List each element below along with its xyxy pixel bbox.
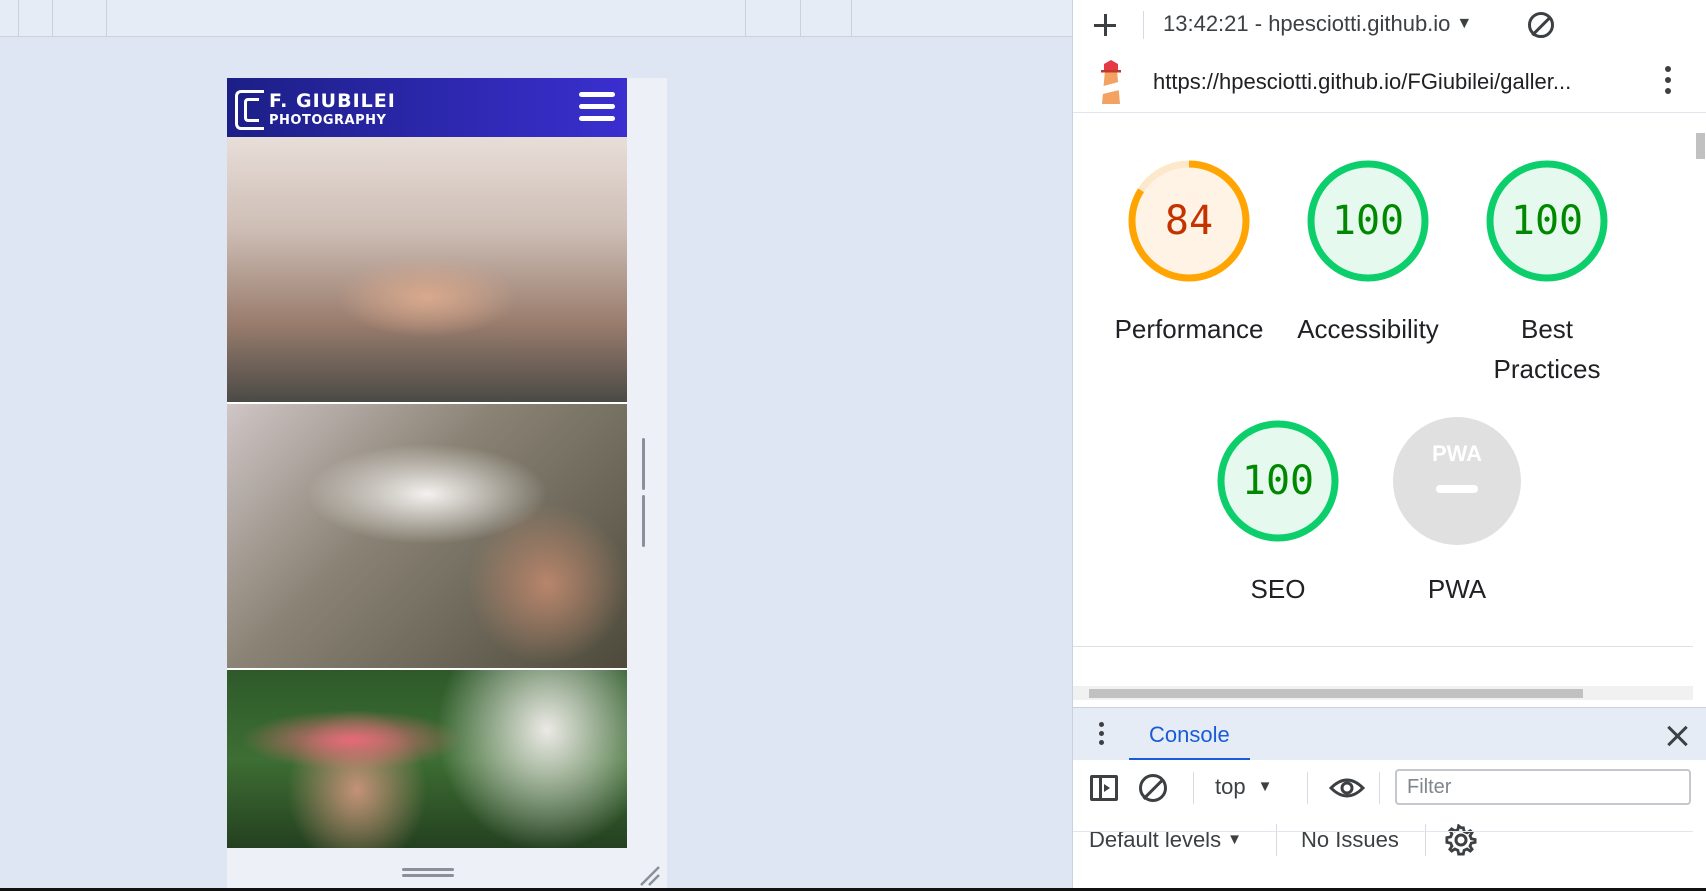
label-performance: Performance [1114,314,1264,344]
toolbar-separator [1143,11,1144,39]
camera-logo-inner-icon [244,98,259,122]
pwa-badge-icon: PWA [1393,417,1521,545]
console-scrollbar[interactable] [1693,832,1706,891]
toolbar-separator [745,0,746,36]
label-seo: SEO [1250,574,1306,604]
score-performance: 84 [1164,198,1214,244]
dropdown-caret-icon: ▼ [1227,831,1242,848]
dropdown-caret-icon: ▼ [1456,15,1473,32]
dropdown-caret-icon: ▼ [1257,778,1273,795]
toolbar-separator [1425,824,1426,856]
report-select-label: 13:42:21 - hpesciotti.github.io [1163,11,1451,36]
report-select[interactable]: 13:42:21 - hpesciotti.github.io ▼ [1163,11,1472,39]
device-viewport-area: F. GIUBILEI PHOTOGRAPHY [0,0,1072,891]
clear-all-icon[interactable] [1528,12,1554,38]
label-accessibility: Accessibility [1297,314,1439,344]
more-options-icon[interactable] [1663,66,1673,100]
score-accessibility: 100 [1331,198,1405,244]
context-select[interactable]: top ▼ [1215,774,1272,800]
toolbar-separator [1307,772,1308,804]
new-report-button[interactable] [1089,9,1121,41]
gallery-photo[interactable] [227,404,627,668]
resize-handle-right[interactable] [642,438,652,547]
report-url-bar: https://hpesciotti.github.io/FGiubilei/g… [1073,50,1706,113]
lighthouse-icon [1101,60,1121,104]
toolbar-separator [1276,824,1277,856]
console-toolbar: top▼ Default levels▼ No Issues [1073,760,1706,868]
console-sidebar-icon[interactable] [1090,775,1118,801]
logo-subtitle: PHOTOGRAPHY [269,113,387,128]
resize-handle-bottom[interactable] [402,868,454,878]
toolbar-separator [52,0,53,36]
site-logo[interactable]: F. GIUBILEI PHOTOGRAPHY [235,86,415,130]
resize-corner-icon[interactable] [637,863,661,887]
report-horizontal-scrollbar[interactable] [1073,686,1693,700]
report-vertical-scrollbar[interactable] [1693,113,1706,683]
hamburger-menu-icon[interactable] [579,92,617,124]
gear-icon[interactable] [1445,824,1477,856]
label-pwa: PWA [1427,574,1487,604]
device-toolbar [0,0,1072,37]
report-divider [1073,646,1693,647]
score-seo: 100 [1241,458,1315,504]
close-icon[interactable] [1664,723,1690,749]
clear-console-icon[interactable] [1139,774,1167,802]
device-frame: F. GIUBILEI PHOTOGRAPHY [227,78,667,891]
context-select-label: top [1215,774,1246,799]
gallery-photo[interactable] [227,137,627,402]
gauge-performance[interactable]: 84 Performance [1099,157,1279,349]
toolbar-separator [18,0,19,36]
report-url: https://hpesciotti.github.io/FGiubilei/g… [1153,69,1572,94]
logo-title: F. GIUBILEI [269,90,396,112]
drawer-tabbar: Console [1073,707,1706,761]
gauge-accessibility[interactable]: 100 Accessibility [1278,157,1458,349]
gauge-pwa[interactable]: PWA PWA [1367,417,1547,609]
tab-console[interactable]: Console [1129,722,1250,761]
console-divider [1073,831,1693,832]
devtools-panel: 13:42:21 - hpesciotti.github.io ▼ https:/… [1072,0,1706,891]
filter-input[interactable] [1395,769,1691,805]
pwa-badge-text: PWA [1432,441,1482,466]
lighthouse-toolbar: 13:42:21 - hpesciotti.github.io ▼ [1073,0,1706,51]
lighthouse-report: 84 Performance 100 Accessibility 100 Bes… [1073,113,1693,650]
toolbar-separator [1193,772,1194,804]
toolbar-separator [106,0,107,36]
toolbar-separator [800,0,801,36]
drawer-menu-icon[interactable] [1099,722,1107,748]
toolbar-separator [851,0,852,36]
label-best-practices: Best Practices [1493,314,1601,384]
site-header: F. GIUBILEI PHOTOGRAPHY [227,78,627,137]
toolbar-separator [1379,772,1380,804]
score-best-practices: 100 [1510,198,1584,244]
gallery-photo[interactable] [227,670,627,848]
mobile-page: F. GIUBILEI PHOTOGRAPHY [227,78,627,848]
gauge-seo[interactable]: 100 SEO [1188,417,1368,609]
gauge-best-practices[interactable]: 100 Best Practices [1457,157,1637,389]
eye-icon[interactable] [1329,776,1365,800]
